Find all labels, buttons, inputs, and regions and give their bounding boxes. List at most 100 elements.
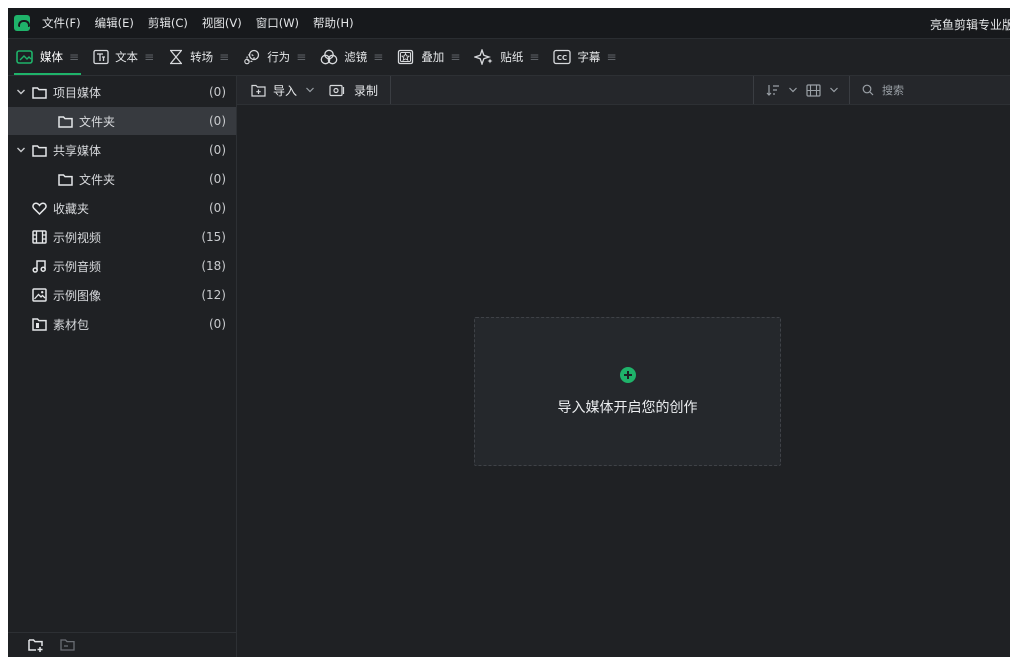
overlay-icon xyxy=(397,49,415,65)
item-count: (0) xyxy=(209,172,226,186)
import-button[interactable]: 导入 xyxy=(251,82,315,99)
sidebar-item-sample-audio[interactable]: 示例音频 (18) xyxy=(8,252,236,280)
sidebar-item-label: 素材包 xyxy=(53,317,90,332)
menu-edit[interactable]: 编辑(E) xyxy=(95,15,134,31)
tab-label: 字幕 xyxy=(577,50,601,64)
sidebar-item-project-media[interactable]: 项目媒体 (0) xyxy=(8,78,236,106)
tab-label: 叠加 xyxy=(421,50,445,64)
folder-icon xyxy=(32,144,47,157)
cc-icon: CC xyxy=(553,49,572,65)
folder-icon xyxy=(58,173,73,186)
menu-bar: 文件(F) 编辑(E) 剪辑(C) 视图(V) 窗口(W) 帮助(H) 亮鱼剪辑… xyxy=(8,8,1010,39)
record-icon xyxy=(329,84,347,97)
chevron-down-icon[interactable] xyxy=(788,85,798,95)
toolbar-right-group xyxy=(753,76,1010,104)
tab-menu-icon[interactable]: ≡ xyxy=(219,50,229,64)
media-icon xyxy=(16,49,34,65)
tab-menu-icon[interactable]: ≡ xyxy=(373,50,383,64)
svg-text:CC: CC xyxy=(557,54,567,62)
view-mode-icon[interactable] xyxy=(806,83,821,97)
menu-view[interactable]: 视图(V) xyxy=(202,15,242,31)
folder-outline-icon[interactable] xyxy=(60,638,76,652)
sort-icon[interactable] xyxy=(766,84,780,96)
sidebar-item-asset-pack[interactable]: 素材包 (0) xyxy=(8,310,236,338)
resource-tab-bar: 媒体 ≡ 文本 ≡ 转场 ≡ 行为 ≡ 滤镜 ≡ 叠加 ≡ 贴纸 ≡ CC 字幕… xyxy=(8,39,1010,76)
tab-menu-icon[interactable]: ≡ xyxy=(69,50,79,64)
sidebar-item-label: 收藏夹 xyxy=(53,201,90,216)
chevron-down-icon[interactable] xyxy=(14,87,28,97)
add-circle-icon[interactable] xyxy=(619,366,636,383)
chevron-down-icon[interactable] xyxy=(829,85,839,95)
item-count: (12) xyxy=(201,288,226,302)
package-folder-icon xyxy=(32,317,47,331)
tab-label: 行为 xyxy=(267,50,291,64)
sidebar-item-label: 示例音频 xyxy=(53,259,102,274)
tab-subtitle[interactable]: CC 字幕 ≡ xyxy=(547,39,622,75)
sidebar-footer xyxy=(8,632,236,657)
sidebar-item-favorites[interactable]: 收藏夹 (0) xyxy=(8,194,236,222)
folder-icon xyxy=(58,115,73,128)
tab-filter[interactable]: 滤镜 ≡ xyxy=(314,39,389,75)
sidebar-item-project-folder[interactable]: 文件夹 (0) xyxy=(8,107,236,135)
record-label: 录制 xyxy=(354,83,379,98)
hourglass-icon xyxy=(168,49,184,65)
import-label: 导入 xyxy=(273,83,298,98)
media-sidebar: 项目媒体 (0) 文件夹 (0) 共享媒体 (0) 文件夹 (0) 收藏夹 (0… xyxy=(8,76,237,657)
folder-icon xyxy=(32,86,47,99)
tab-menu-icon[interactable]: ≡ xyxy=(606,50,616,64)
app-title: 亮鱼剪辑专业版 xyxy=(929,18,1010,32)
import-icon xyxy=(251,84,266,97)
sidebar-item-label: 共享媒体 xyxy=(53,143,102,158)
sparkle-icon xyxy=(474,49,494,65)
search-icon xyxy=(862,84,874,96)
chevron-down-icon[interactable] xyxy=(14,145,28,155)
tab-media[interactable]: 媒体 ≡ xyxy=(10,39,85,75)
music-note-icon xyxy=(32,259,47,273)
sidebar-item-label: 文件夹 xyxy=(79,172,116,187)
sidebar-item-label: 示例图像 xyxy=(53,288,102,303)
tab-label: 媒体 xyxy=(40,50,63,64)
chevron-down-icon[interactable] xyxy=(305,85,315,95)
sidebar-item-shared-folder[interactable]: 文件夹 (0) xyxy=(8,165,236,193)
menu-window[interactable]: 窗口(W) xyxy=(256,15,299,31)
toolbar-divider xyxy=(390,76,392,104)
record-button[interactable]: 录制 xyxy=(329,82,378,99)
tab-label: 滤镜 xyxy=(344,50,368,64)
tab-label: 转场 xyxy=(190,50,214,64)
sidebar-item-sample-image[interactable]: 示例图像 (12) xyxy=(8,281,236,309)
tab-menu-icon[interactable]: ≡ xyxy=(144,50,154,64)
menu-help[interactable]: 帮助(H) xyxy=(313,15,354,31)
search-input[interactable] xyxy=(880,82,1004,98)
item-count: (0) xyxy=(209,85,226,99)
item-count: (0) xyxy=(209,143,226,157)
tab-behavior[interactable]: 行为 ≡ xyxy=(237,39,312,75)
menu-file[interactable]: 文件(F) xyxy=(42,15,81,31)
tab-text[interactable]: 文本 ≡ xyxy=(87,39,160,75)
tab-sticker[interactable]: 贴纸 ≡ xyxy=(468,39,545,75)
film-icon xyxy=(32,230,47,244)
sidebar-item-label: 文件夹 xyxy=(79,114,116,129)
tab-transition[interactable]: 转场 ≡ xyxy=(162,39,235,75)
sidebar-item-label: 项目媒体 xyxy=(53,85,102,100)
menu-clip[interactable]: 剪辑(C) xyxy=(148,15,188,31)
media-toolbar: 导入 录制 xyxy=(237,76,1010,105)
media-library-panel: 导入 录制 搜索 导入媒体开启您的创作 xyxy=(237,76,1010,657)
toolbar-divider xyxy=(753,76,754,104)
new-folder-icon[interactable] xyxy=(28,638,44,652)
heart-icon xyxy=(32,202,47,215)
search-box[interactable] xyxy=(849,76,1010,104)
import-dropzone[interactable]: 导入媒体开启您的创作 xyxy=(474,317,781,466)
item-count: (18) xyxy=(201,259,226,273)
item-count: (15) xyxy=(201,230,226,244)
tab-menu-icon[interactable]: ≡ xyxy=(529,50,539,64)
app-window: 文件(F) 编辑(E) 剪辑(C) 视图(V) 窗口(W) 帮助(H) 亮鱼剪辑… xyxy=(8,8,1010,657)
sidebar-item-label: 示例视频 xyxy=(53,230,102,245)
tab-overlay[interactable]: 叠加 ≡ xyxy=(391,39,466,75)
tab-label: 文本 xyxy=(115,50,139,64)
tab-menu-icon[interactable]: ≡ xyxy=(450,50,460,64)
image-icon xyxy=(32,288,47,302)
tab-menu-icon[interactable]: ≡ xyxy=(296,50,306,64)
sidebar-item-shared-media[interactable]: 共享媒体 (0) xyxy=(8,136,236,164)
sidebar-item-sample-video[interactable]: 示例视频 (15) xyxy=(8,223,236,251)
item-count: (0) xyxy=(209,201,226,215)
